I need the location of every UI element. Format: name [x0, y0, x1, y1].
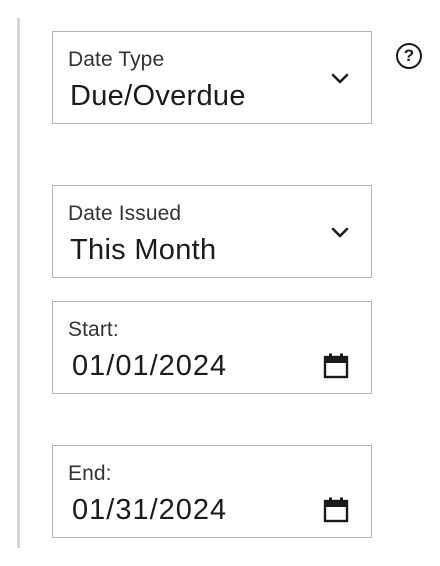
date-issued-select[interactable]: Date Issued This Month — [52, 185, 372, 278]
date-filter-panel: Date Type Due/Overdue ? Date Issued This… — [0, 0, 440, 566]
calendar-icon[interactable] — [323, 497, 349, 523]
left-divider — [17, 18, 20, 548]
date-issued-label: Date Issued — [68, 202, 182, 225]
date-issued-value: This Month — [70, 234, 217, 266]
date-type-value: Due/Overdue — [70, 80, 246, 112]
calendar-icon[interactable] — [323, 353, 349, 379]
help-icon[interactable]: ? — [396, 43, 422, 69]
start-date-input[interactable]: Start: 01/01/2024 — [52, 301, 372, 394]
end-date-value: 01/31/2024 — [72, 494, 228, 526]
chevron-down-icon — [331, 227, 349, 238]
end-date-label: End: — [68, 462, 112, 485]
date-type-label: Date Type — [68, 48, 165, 71]
chevron-down-icon — [331, 73, 349, 84]
start-date-value: 01/01/2024 — [72, 350, 228, 382]
date-type-select[interactable]: Date Type Due/Overdue — [52, 31, 372, 124]
start-date-label: Start: — [68, 318, 119, 341]
end-date-input[interactable]: End: 01/31/2024 — [52, 445, 372, 538]
